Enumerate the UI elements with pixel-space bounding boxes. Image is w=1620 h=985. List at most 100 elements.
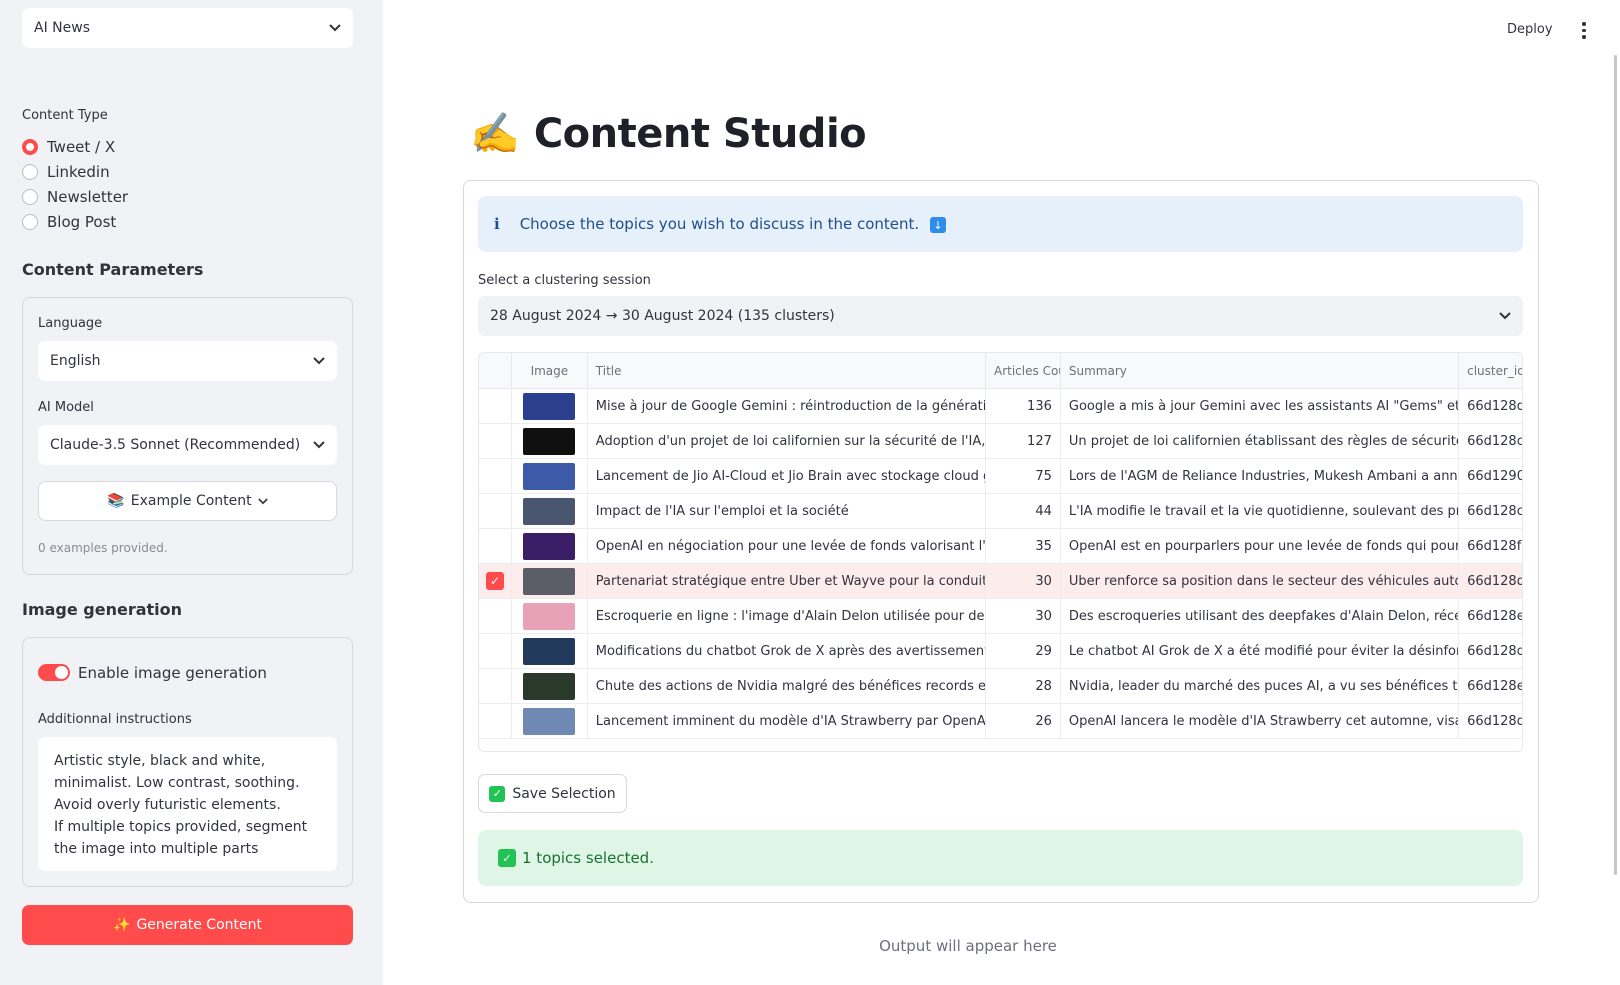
row-title[interactable]: Lancement de Jio AI-Cloud et Jio Brain a… [588, 459, 986, 493]
page-scrollbar[interactable] [1614, 55, 1617, 875]
row-select-cell[interactable] [479, 494, 512, 528]
checkbox-checked-icon[interactable]: ✓ [485, 572, 504, 590]
row-summary[interactable]: Nvidia, leader du marché des puces AI, a… [1061, 669, 1460, 703]
row-cluster-id[interactable]: 66d128d [1459, 389, 1522, 423]
kebab-menu-icon[interactable] [1581, 22, 1587, 39]
row-articles-count[interactable]: 29 [986, 634, 1061, 668]
row-articles-count[interactable]: 75 [986, 459, 1061, 493]
deploy-button[interactable]: Deploy [1507, 22, 1553, 37]
row-summary[interactable]: OpenAI est en pourparlers pour une levée… [1061, 529, 1460, 563]
row-summary[interactable]: L'IA modifie le travail et la vie quotid… [1061, 494, 1460, 528]
image-toggle[interactable] [38, 664, 70, 681]
row-title[interactable]: Escroquerie en ligne : l'image d'Alain D… [588, 599, 986, 633]
row-summary[interactable]: OpenAI lancera le modèle d'IA Strawberry… [1061, 704, 1460, 738]
chevron-down-icon [313, 355, 325, 367]
row-cluster-id[interactable]: 66d128d [1459, 704, 1522, 738]
sidebar: AI News Content Type Tweet / X Linkedin … [0, 0, 383, 985]
row-cluster-id[interactable]: 66d128e [1459, 669, 1522, 703]
topic-thumbnail [523, 392, 576, 420]
row-cluster-id[interactable]: 66d128f [1459, 529, 1522, 563]
row-articles-count[interactable]: 28 [986, 669, 1061, 703]
topic-thumbnail [523, 427, 576, 455]
row-summary[interactable]: Un projet de loi californien établissant… [1061, 424, 1460, 458]
table-row[interactable]: Lancement de Jio AI-Cloud et Jio Brain a… [479, 459, 1522, 494]
example-content-label: Example Content [130, 493, 252, 509]
row-articles-count[interactable]: 35 [986, 529, 1061, 563]
row-cluster-id[interactable]: 66d1290 [1459, 459, 1522, 493]
table-row[interactable]: Impact de l'IA sur l'emploi et la sociét… [479, 494, 1522, 529]
row-select-cell[interactable] [479, 389, 512, 423]
topic-thumbnail [523, 497, 576, 525]
table-row[interactable]: ✓ Partenariat stratégique entre Uber et W… [479, 564, 1522, 599]
row-image-cell [512, 599, 588, 633]
app-select[interactable]: AI News [22, 8, 353, 48]
row-summary[interactable]: Lors de l'AGM de Reliance Industries, Mu… [1061, 459, 1460, 493]
info-text: Choose the topics you wish to discuss in… [519, 214, 920, 233]
row-cluster-id[interactable]: 66d128c [1459, 424, 1522, 458]
radio-tweet[interactable]: Tweet / X [22, 138, 115, 156]
topic-thumbnail [523, 672, 576, 700]
row-cluster-id[interactable]: 66d128c [1459, 494, 1522, 528]
column-header-articles-count[interactable]: Articles Cou [986, 353, 1061, 388]
row-title[interactable]: Adoption d'un projet de loi californien … [588, 424, 986, 458]
row-title[interactable]: Partenariat stratégique entre Uber et Wa… [588, 564, 986, 598]
row-title[interactable]: Lancement imminent du modèle d'IA Strawb… [588, 704, 986, 738]
row-title[interactable]: OpenAI en négociation pour une levée de … [588, 529, 986, 563]
row-cluster-id[interactable]: 66d128d [1459, 564, 1522, 598]
row-title[interactable]: Modifications du chatbot Grok de X après… [588, 634, 986, 668]
row-summary[interactable]: Uber renforce sa position dans le secteu… [1061, 564, 1460, 598]
instructions-textarea[interactable]: Artistic style, black and white, minimal… [38, 737, 337, 871]
table-row[interactable]: Lancement imminent du modèle d'IA Strawb… [479, 704, 1522, 739]
radio-linkedin[interactable]: Linkedin [22, 163, 110, 181]
language-select[interactable]: English [38, 341, 337, 381]
chevron-down-icon [313, 439, 325, 451]
row-articles-count[interactable]: 127 [986, 424, 1061, 458]
model-label: AI Model [38, 400, 94, 415]
row-summary[interactable]: Des escroqueries utilisant des deepfakes… [1061, 599, 1460, 633]
row-articles-count[interactable]: 26 [986, 704, 1061, 738]
row-title[interactable]: Mise à jour de Google Gemini : réintrodu… [588, 389, 986, 423]
row-articles-count[interactable]: 44 [986, 494, 1061, 528]
row-select-cell[interactable] [479, 669, 512, 703]
row-select-cell[interactable] [479, 634, 512, 668]
row-summary[interactable]: Google a mis à jour Gemini avec les assi… [1061, 389, 1460, 423]
row-image-cell [512, 494, 588, 528]
row-select-cell[interactable] [479, 459, 512, 493]
row-select-cell[interactable] [479, 599, 512, 633]
row-title[interactable]: Impact de l'IA sur l'emploi et la sociét… [588, 494, 986, 528]
row-cluster-id[interactable]: 66d128d [1459, 634, 1522, 668]
table-row[interactable]: Modifications du chatbot Grok de X après… [479, 634, 1522, 669]
column-header-summary[interactable]: Summary [1061, 353, 1460, 388]
row-select-cell[interactable] [479, 529, 512, 563]
session-select[interactable]: 28 August 2024 → 30 August 2024 (135 clu… [478, 296, 1523, 336]
row-cluster-id[interactable]: 66d128e [1459, 599, 1522, 633]
row-articles-count[interactable]: 30 [986, 564, 1061, 598]
chevron-down-icon [329, 22, 341, 34]
table-row[interactable]: Adoption d'un projet de loi californien … [479, 424, 1522, 459]
column-header-cluster-id[interactable]: cluster_id [1459, 353, 1522, 388]
row-select-cell[interactable] [479, 704, 512, 738]
row-articles-count[interactable]: 136 [986, 389, 1061, 423]
row-select-cell[interactable] [479, 424, 512, 458]
table-row[interactable]: Mise à jour de Google Gemini : réintrodu… [479, 389, 1522, 424]
table-row[interactable]: Escroquerie en ligne : l'image d'Alain D… [479, 599, 1522, 634]
row-select-cell[interactable]: ✓ [479, 564, 512, 598]
column-header-title[interactable]: Title [588, 353, 986, 388]
generate-content-button[interactable]: ✨ Generate Content [22, 905, 353, 945]
table-body: Mise à jour de Google Gemini : réintrodu… [479, 389, 1522, 739]
radio-newsletter[interactable]: Newsletter [22, 188, 128, 206]
row-image-cell [512, 669, 588, 703]
table-row[interactable]: OpenAI en négociation pour une levée de … [479, 529, 1522, 564]
save-selection-button[interactable]: ✓ Save Selection [478, 774, 627, 813]
row-title[interactable]: Chute des actions de Nvidia malgré des b… [588, 669, 986, 703]
model-select[interactable]: Claude-3.5 Sonnet (Recommended) [38, 425, 337, 465]
radio-label: Blog Post [47, 213, 117, 231]
model-value: Claude-3.5 Sonnet (Recommended) [50, 437, 301, 453]
example-content-button[interactable]: 📚 Example Content [38, 481, 337, 521]
info-alert: i Choose the topics you wish to discuss … [478, 196, 1523, 252]
column-header-image[interactable]: Image [512, 353, 588, 388]
row-articles-count[interactable]: 30 [986, 599, 1061, 633]
radio-blog-post[interactable]: Blog Post [22, 213, 116, 231]
row-summary[interactable]: Le chatbot AI Grok de X a été modifié po… [1061, 634, 1460, 668]
table-row[interactable]: Chute des actions de Nvidia malgré des b… [479, 669, 1522, 704]
